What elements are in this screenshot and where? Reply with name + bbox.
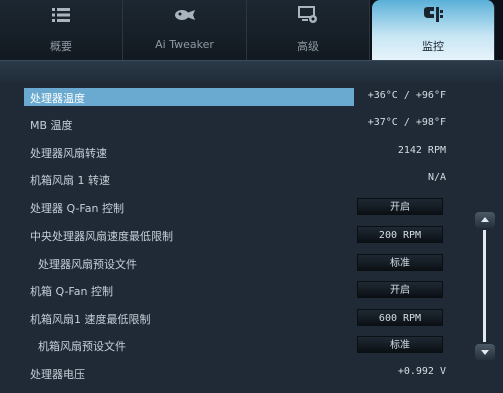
scroll-up-arrow-icon[interactable]	[475, 212, 495, 228]
row-label: 处理器 Q-Fan 控制	[30, 202, 124, 215]
tab-overview[interactable]: 概要	[0, 0, 123, 60]
list-icon	[0, 4, 122, 26]
chassis-fan1-min-limit-button[interactable]: 600 RPM	[357, 309, 443, 326]
row-label: 机箱风扇 1 转速	[30, 174, 110, 187]
cpu-fan-profile-button[interactable]: 标准	[357, 254, 443, 271]
row-label: 处理器风扇转速	[30, 147, 107, 160]
section-header-strip	[0, 60, 503, 83]
row-mb-temperature[interactable]: MB 温度 +37°C / +98°F	[24, 115, 454, 133]
chassis-qfan-control-button[interactable]: 开启	[357, 281, 443, 298]
row-value: +36°C / +96°F	[367, 90, 446, 101]
row-label: 机箱风扇1 速度最低限制	[30, 313, 151, 326]
tab-label: 高级	[297, 40, 319, 53]
row-label: 处理器风扇预设文件	[38, 258, 137, 271]
row-cpu-voltage[interactable]: 处理器电压 +0.992 V	[24, 364, 454, 382]
scrollbar[interactable]	[475, 212, 495, 362]
row-label: 处理器电压	[30, 368, 85, 381]
chassis-fan-profile-button[interactable]: 标准	[357, 336, 443, 353]
tab-ai-tweaker[interactable]: Ai Tweaker	[123, 0, 247, 60]
row-chassis-fan-profile[interactable]: 机箱风扇预设文件 标准	[24, 336, 454, 354]
row-value: +37°C / +98°F	[367, 117, 446, 128]
advanced-icon	[247, 4, 369, 26]
tab-label: 概要	[50, 40, 72, 53]
tab-monitor[interactable]: 监控	[372, 0, 495, 60]
tab-label: Ai Tweaker	[155, 38, 214, 51]
row-chassis-fan1-min-limit[interactable]: 机箱风扇1 速度最低限制 600 RPM	[24, 309, 454, 327]
row-cpu-fan-profile[interactable]: 处理器风扇预设文件 标准	[24, 254, 454, 272]
monitor-icon	[372, 4, 494, 26]
cpu-fan-min-limit-button[interactable]: 200 RPM	[357, 226, 443, 243]
row-value: +0.992 V	[397, 366, 446, 377]
scroll-thumb[interactable]	[483, 230, 486, 342]
row-label: 中央处理器风扇速度最低限制	[30, 230, 173, 243]
row-cpu-fan-min-limit[interactable]: 中央处理器风扇速度最低限制 200 RPM	[24, 226, 454, 244]
top-tab-bar: 概要 Ai Tweaker 高级 监控	[0, 0, 503, 60]
row-chassis-qfan-control[interactable]: 机箱 Q-Fan 控制 开启	[24, 281, 454, 299]
tab-advanced[interactable]: 高级	[247, 0, 370, 60]
row-cpu-temperature-value: +36°C / +96°F	[24, 88, 454, 106]
cpu-qfan-control-button[interactable]: 开启	[357, 198, 443, 215]
tab-label: 监控	[422, 40, 444, 53]
row-value: 2142 RPM	[397, 145, 446, 156]
row-chassis-fan1-speed[interactable]: 机箱风扇 1 转速 N/A	[24, 170, 454, 188]
row-cpu-fan-speed[interactable]: 处理器风扇转速 2142 RPM	[24, 143, 454, 161]
row-label: 机箱风扇预设文件	[38, 340, 126, 353]
row-value: N/A	[427, 172, 446, 183]
row-label: MB 温度	[30, 119, 73, 132]
row-cpu-qfan-control[interactable]: 处理器 Q-Fan 控制 开启	[24, 198, 454, 216]
tweaker-icon	[123, 4, 246, 26]
scroll-down-arrow-icon[interactable]	[475, 344, 495, 360]
row-label: 机箱 Q-Fan 控制	[30, 285, 113, 298]
